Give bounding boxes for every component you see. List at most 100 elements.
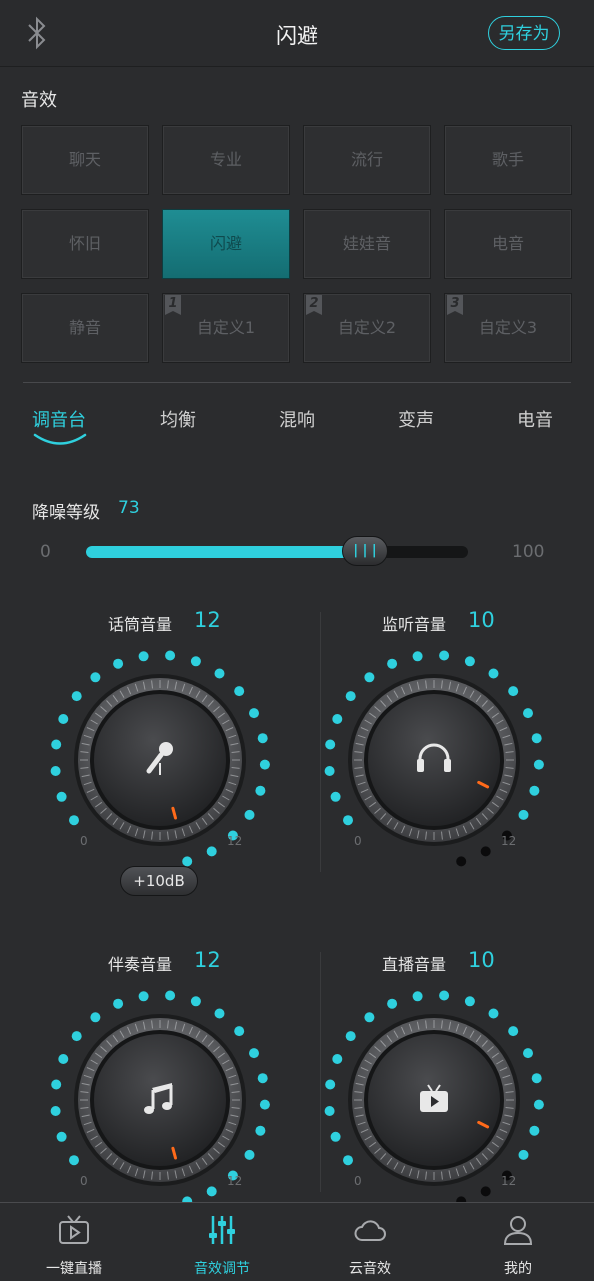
knob-level-dot	[343, 1155, 353, 1166]
preset-button[interactable]: 歌手	[444, 125, 572, 195]
knob-level-dot	[190, 996, 201, 1007]
knob-level-dot	[439, 990, 450, 1001]
knob-level-dot	[533, 1099, 544, 1110]
knob-level-dot	[332, 1054, 343, 1064]
nav-item-mine[interactable]: 我的	[444, 1203, 592, 1281]
noise-slider-thumb[interactable]: | | |	[342, 536, 388, 566]
slider-max-label: 100	[512, 542, 545, 562]
equalizer-icon	[209, 1216, 235, 1244]
nav-item-cloud-sound[interactable]: 云音效	[296, 1203, 444, 1281]
knob-level-dot	[531, 733, 542, 744]
knob-level-dot	[518, 1149, 529, 1160]
knob-level-dot	[364, 672, 375, 683]
preset-button[interactable]: 流行	[303, 125, 431, 195]
knob-max-label: 12	[227, 834, 243, 848]
knob-level-dot	[51, 739, 62, 750]
knob-level-dot	[234, 686, 245, 697]
tab-voice-change[interactable]: 变声	[398, 406, 434, 432]
nav-item-sound-adjust[interactable]: 音效调节	[148, 1203, 296, 1281]
knob-level-dot	[345, 1031, 356, 1042]
knob-level-dot	[259, 1099, 270, 1110]
preset-label: 自定义2	[337, 318, 397, 337]
noise-reduction-value: 73	[118, 498, 140, 518]
knob-level-dot	[480, 1186, 491, 1197]
divider	[23, 382, 571, 383]
preset-button[interactable]: 1 自定义1	[162, 293, 290, 363]
live-volume-value: 10	[468, 948, 495, 972]
noise-slider-fill	[86, 546, 365, 558]
preset-label: 自定义1	[196, 318, 256, 337]
preset-number-badge: 3	[447, 295, 463, 315]
knob-level-dot	[138, 651, 149, 662]
preset-button[interactable]: 娃娃音	[303, 209, 431, 279]
knob-level-dot	[138, 991, 149, 1002]
nav-label: 云音效	[349, 1261, 391, 1277]
live-volume-label: 直播音量	[382, 955, 447, 974]
knob-level-dot	[464, 996, 475, 1007]
save-as-button[interactable]: 另存为	[488, 16, 560, 50]
knob-level-dot	[69, 1155, 79, 1166]
tab-electro[interactable]: 电音	[517, 406, 553, 432]
preset-label: 怀旧	[68, 234, 101, 253]
knob-level-dot	[165, 990, 176, 1001]
preset-number-badge: 2	[306, 295, 322, 315]
knob-min-label: 0	[80, 1174, 88, 1188]
knob-level-dot	[324, 766, 335, 776]
knob-level-dot	[51, 1079, 62, 1090]
nav-label: 音效调节	[194, 1261, 250, 1277]
preset-button[interactable]: 2 自定义2	[303, 293, 431, 363]
knob-level-dot	[412, 991, 423, 1002]
knob-level-dot	[255, 1125, 266, 1136]
knob-level-dot	[90, 672, 101, 683]
accompaniment-volume-value: 12	[194, 948, 221, 972]
knob-level-dot	[533, 759, 544, 770]
preset-button[interactable]: 静音	[21, 293, 149, 363]
boost-10db-button[interactable]: +10dB	[120, 866, 198, 896]
preset-button[interactable]: 专业	[162, 125, 290, 195]
preset-label: 娃娃音	[342, 234, 391, 253]
slider-min-label: 0	[40, 542, 51, 562]
live-tv-icon	[59, 1215, 89, 1244]
cloud-icon	[354, 1220, 386, 1241]
noise-reduction-label: 降噪等级	[32, 503, 100, 523]
knob-level-dot	[255, 785, 266, 796]
monitor-volume-label: 监听音量	[382, 615, 447, 634]
knob-level-dot	[325, 739, 336, 750]
knob-level-dot	[343, 815, 353, 826]
knob-level-dot	[69, 815, 79, 826]
preset-label: 歌手	[491, 150, 524, 169]
knob-level-dot	[439, 650, 450, 661]
bottom-nav: 一键直播 音效调节 云音效 我的	[0, 1202, 594, 1281]
knob-level-dot	[330, 791, 341, 802]
tab-mixer[interactable]: 调音台	[32, 406, 86, 432]
knob-level-dot	[464, 656, 475, 667]
knob-level-dot	[206, 1186, 217, 1197]
knob-level-dot	[508, 686, 519, 697]
preset-label: 电音	[491, 234, 524, 253]
knob-level-dot	[488, 668, 499, 679]
noise-slider-track[interactable]	[86, 546, 468, 558]
knob-level-dot	[234, 1026, 245, 1037]
knob-level-dot	[412, 651, 423, 662]
knob-min-label: 0	[354, 1174, 362, 1188]
preset-label: 专业	[209, 150, 242, 169]
mic-volume-label: 话筒音量	[108, 615, 173, 634]
knob-level-dot	[387, 658, 398, 669]
knob-level-dot	[330, 1131, 341, 1142]
knob-min-label: 0	[354, 834, 362, 848]
nav-item-live[interactable]: 一键直播	[0, 1203, 148, 1281]
preset-button[interactable]: 3 自定义3	[444, 293, 572, 363]
knob-max-label: 12	[501, 1174, 517, 1188]
preset-button[interactable]: 怀旧	[21, 209, 149, 279]
knob-level-dot	[113, 658, 124, 669]
knob-level-dot	[206, 846, 217, 857]
knob-max-label: 12	[501, 834, 517, 848]
preset-button[interactable]: 闪避	[162, 209, 290, 279]
preset-button[interactable]: 聊天	[21, 125, 149, 195]
knob-level-dot	[257, 733, 268, 744]
knob-level-dot	[332, 714, 343, 724]
presets-title: 音效	[21, 90, 57, 111]
tab-reverb[interactable]: 混响	[279, 406, 315, 432]
preset-button[interactable]: 电音	[444, 209, 572, 279]
tab-equalizer[interactable]: 均衡	[160, 406, 196, 432]
